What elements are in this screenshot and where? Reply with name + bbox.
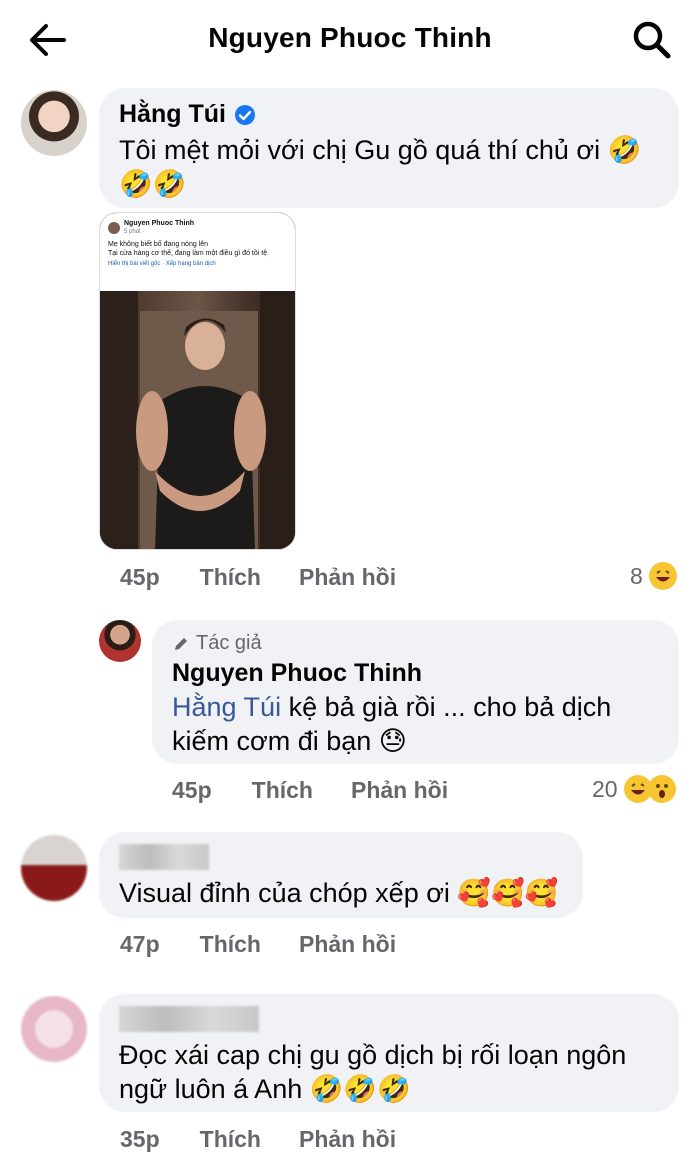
blurred-author-name [119,844,209,870]
reaction-count: 8 [630,562,643,589]
comment-bubble: Visual đỉnh của chóp xếp ơi 🥰🥰🥰 [99,832,583,918]
search-icon [633,21,671,59]
blurred-author-name [119,1006,259,1032]
like-button[interactable]: Thích [200,931,261,958]
reply-button[interactable]: Phản hồi [351,777,448,804]
comment-actions: 47p Thích Phản hồi [120,931,434,958]
attached-post-line1: Mẹ không biết bố đang nóng lên [108,241,209,248]
comment-text: Hằng Túi kệ bả già rồi ... cho bả dịch k… [172,690,642,758]
pencil-icon [175,637,187,650]
attached-post-time: 5 phút · [124,229,145,235]
like-button[interactable]: Thích [252,777,313,804]
comment-bubble: Tác giả Nguyen Phuoc Thinh Hằng Túi kệ b… [152,620,679,764]
comment-bubble: Đọc xái cap chị gu gồ dịch bị rối loạn n… [99,994,679,1112]
avatar[interactable] [21,90,87,156]
mention-link[interactable]: Hằng Túi [172,692,281,722]
page-title: Nguyen Phuoc Thinh [208,22,492,53]
photo [100,291,295,549]
comment-time: 47p [120,931,160,957]
reaction-count: 20 [592,775,618,802]
haha-reaction-icon [648,562,677,590]
reaction-summary[interactable]: 20 [592,775,676,803]
comment-text: Tôi mệt mỏi với chị Gu gồ quá thí chủ ơi… [119,135,642,199]
attached-post-preview: Nguyen Phuoc Thinh 5 phút · Mẹ không biế… [100,213,295,291]
author-name[interactable]: Nguyen Phuoc Thinh [172,659,422,688]
comment-bubble: Hằng Túi Tôi mệt mỏi với chị Gu gồ quá t… [99,88,679,208]
wow-reaction-icon [647,775,676,803]
comment-time: 45p [120,564,160,590]
attached-post-line2: Tại cửa hàng cơ thể, đang làm một điều g… [108,250,268,257]
avatar[interactable] [21,996,87,1062]
author-badge-label: Tác giả [196,632,262,654]
search-button[interactable] [630,18,674,62]
reply-button[interactable]: Phản hồi [299,1126,396,1153]
comment-time: 35p [120,1126,160,1152]
avatar[interactable] [99,620,141,662]
like-button[interactable]: Thích [200,1126,261,1153]
reaction-summary[interactable]: 8 [630,562,677,590]
reply-button[interactable]: Phản hồi [299,931,396,958]
author-badge: Tác giả [172,632,659,655]
comment-text: Đọc xái cap chị gu gồ dịch bị rối loạn n… [119,1040,627,1104]
avatar[interactable] [21,835,87,901]
comment-actions: 45p Thích Phản hồi [120,564,434,591]
mini-avatar [108,222,120,234]
comment-actions: 35p Thích Phản hồi [120,1126,434,1153]
comment-actions: 45p Thích Phản hồi [172,777,486,804]
comment-time: 45p [172,777,212,803]
top-bar: Nguyen Phuoc Thinh [0,0,700,80]
like-button[interactable]: Thích [200,564,261,591]
comment-author[interactable]: Nguyen Phuoc Thinh [172,659,659,688]
person-silhouette [100,291,295,549]
comment-image[interactable]: Nguyen Phuoc Thinh 5 phút · Mẹ không biế… [99,212,296,550]
attached-post-links: Hiển thị bài viết gốc · Xếp hạng bản dịc… [108,261,216,267]
comment-author[interactable]: Hằng Túi [119,100,659,129]
author-name[interactable]: Hằng Túi [119,100,226,129]
reply-button[interactable]: Phản hồi [299,564,396,591]
verified-badge-icon [234,104,255,125]
attached-post-author: Nguyen Phuoc Thinh [124,220,194,227]
comment-text: Visual đỉnh của chóp xếp ơi 🥰🥰🥰 [119,878,559,908]
